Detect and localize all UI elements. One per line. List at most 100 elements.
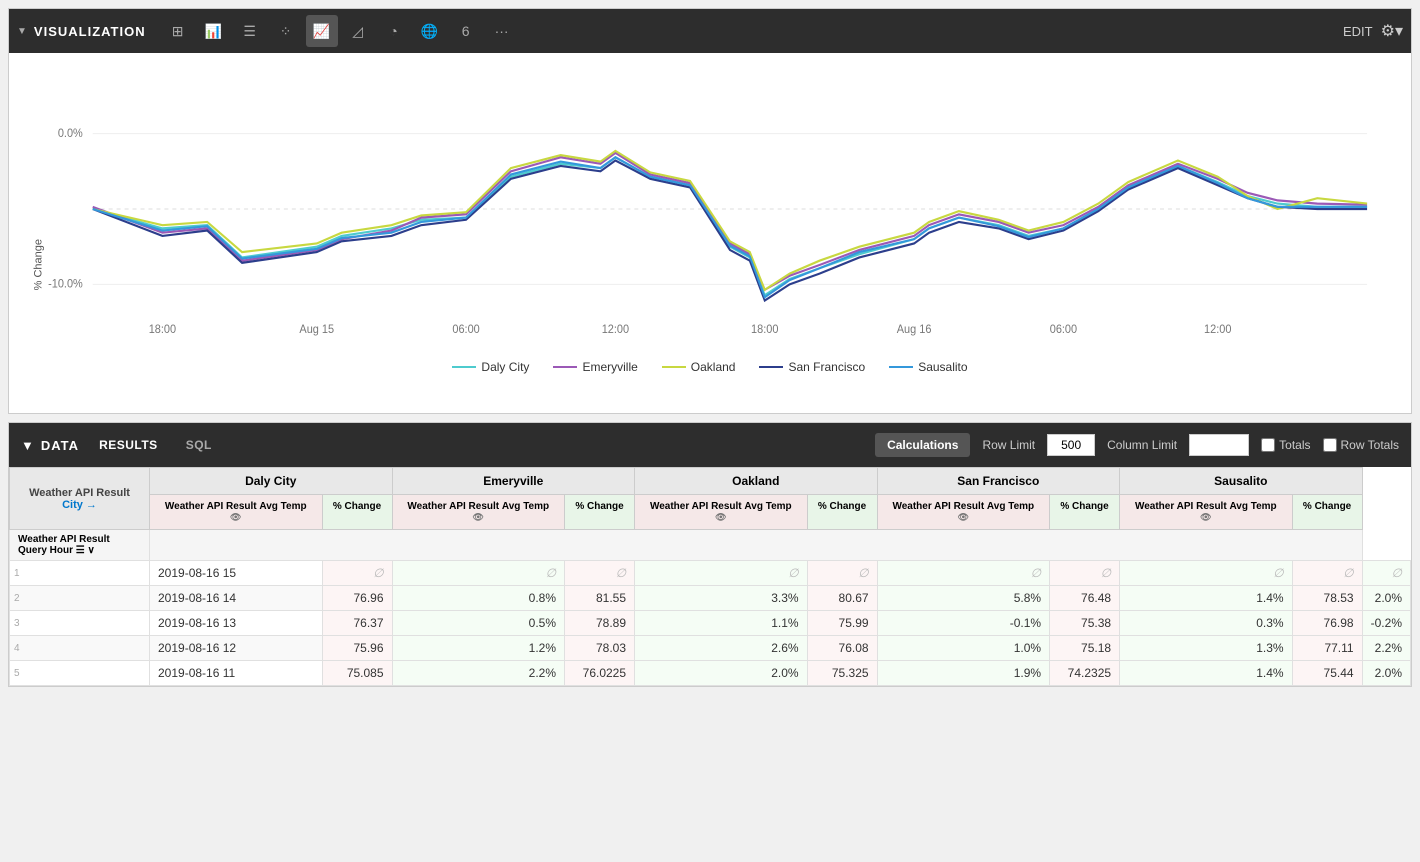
sf-pct-val: ∅ bbox=[1120, 561, 1293, 586]
saus-avg-temp-header: Weather API Result Avg Temp 👁 bbox=[1120, 495, 1293, 530]
sausalito-header: Sausalito bbox=[1120, 468, 1363, 495]
oak-eye-icon[interactable]: 👁 bbox=[715, 512, 726, 522]
sf-avg-val: 75.38 bbox=[1050, 611, 1120, 636]
oak-avg-val: 76.08 bbox=[807, 636, 877, 661]
svg-text:0.0%: 0.0% bbox=[58, 128, 83, 140]
sort-icon[interactable]: ☰ bbox=[76, 545, 85, 556]
emery-pct-val: ∅ bbox=[635, 561, 808, 586]
oak-pct-val: 5.8% bbox=[877, 586, 1050, 611]
emeryville-header: Emeryville bbox=[392, 468, 635, 495]
date-cell: 2019-08-16 11 bbox=[150, 661, 323, 686]
oak-avg-val: ∅ bbox=[807, 561, 877, 586]
sf-eye-icon[interactable]: 👁 bbox=[958, 512, 969, 522]
bar-chart-icon[interactable]: 📊 bbox=[198, 15, 230, 47]
row-number: 3 bbox=[10, 611, 150, 636]
visualization-panel: ▼ VISUALIZATION ⊞ 📊 ☰ ⁘ 📈 ◿ ◔ 🌐 6 ··· ED… bbox=[8, 8, 1412, 414]
emery-avg-val: ∅ bbox=[565, 561, 635, 586]
toolbar-icons: ⊞ 📊 ☰ ⁘ 📈 ◿ ◔ 🌐 6 ··· bbox=[162, 15, 1343, 47]
row-number: 2 bbox=[10, 586, 150, 611]
sf-pct-val: 0.3% bbox=[1120, 611, 1293, 636]
table-icon[interactable]: ⊞ bbox=[162, 15, 194, 47]
table-row: 5 2019-08-16 11 75.085 2.2% 76.0225 2.0%… bbox=[10, 661, 1411, 686]
svg-text:12:00: 12:00 bbox=[1204, 324, 1231, 336]
totals-checkbox-label[interactable]: Totals bbox=[1261, 438, 1310, 452]
svg-text:Aug 16: Aug 16 bbox=[897, 324, 932, 336]
emeryville-label: Emeryville bbox=[582, 360, 637, 374]
oakland-header: Oakland bbox=[635, 468, 878, 495]
chart-legend: Daly City Emeryville Oakland San Francis… bbox=[33, 352, 1387, 378]
svg-text:06:00: 06:00 bbox=[1050, 324, 1077, 336]
row-number: 1 bbox=[10, 561, 150, 586]
saus-avg-val: 77.11 bbox=[1292, 636, 1362, 661]
row-totals-checkbox-label[interactable]: Row Totals bbox=[1323, 438, 1399, 452]
daly-city-label: Daly City bbox=[481, 360, 529, 374]
row-number: 4 bbox=[10, 636, 150, 661]
emery-eye-icon[interactable]: 👁 bbox=[473, 512, 484, 522]
list-icon[interactable]: ☰ bbox=[234, 15, 266, 47]
emery-pct-val: 2.6% bbox=[635, 636, 808, 661]
calculations-button[interactable]: Calculations bbox=[875, 433, 970, 457]
row-header-cell: Weather API Result City → bbox=[10, 468, 150, 530]
legend-sausalito: Sausalito bbox=[889, 360, 967, 374]
scatter-icon[interactable]: ⁘ bbox=[270, 15, 302, 47]
saus-pct-val: ∅ bbox=[1362, 561, 1410, 586]
chart-area: % Change 0.0% -10.0% 18:00 Aug 15 06:00 … bbox=[9, 53, 1411, 413]
edit-button[interactable]: EDIT bbox=[1343, 24, 1373, 39]
svg-text:Aug 15: Aug 15 bbox=[299, 324, 334, 336]
daly-pct-val: 2.2% bbox=[392, 661, 565, 686]
saus-avg-val: 76.98 bbox=[1292, 611, 1362, 636]
daly-eye-icon[interactable]: 👁 bbox=[230, 512, 241, 522]
area-chart-icon[interactable]: ◿ bbox=[342, 15, 374, 47]
sf-pct-val: 1.3% bbox=[1120, 636, 1293, 661]
col-limit-input[interactable] bbox=[1189, 434, 1249, 456]
pie-chart-icon[interactable]: ◔ bbox=[378, 15, 410, 47]
sf-avg-val: ∅ bbox=[1050, 561, 1120, 586]
saus-pct-val: 2.2% bbox=[1362, 636, 1410, 661]
oak-avg-val: 80.67 bbox=[807, 586, 877, 611]
totals-checkbox[interactable] bbox=[1261, 438, 1275, 452]
emery-avg-val: 78.89 bbox=[565, 611, 635, 636]
daly-avg-temp-header: Weather API Result Avg Temp 👁 bbox=[150, 495, 323, 530]
viz-toolbar: ▼ VISUALIZATION ⊞ 📊 ☰ ⁘ 📈 ◿ ◔ 🌐 6 ··· ED… bbox=[9, 9, 1411, 53]
row-totals-checkbox[interactable] bbox=[1323, 438, 1337, 452]
row-limit-input[interactable] bbox=[1047, 434, 1095, 456]
chevron-icon[interactable]: ∨ bbox=[88, 545, 95, 556]
table-row: 2 2019-08-16 14 76.96 0.8% 81.55 3.3% 80… bbox=[10, 586, 1411, 611]
viz-title: ▼ VISUALIZATION bbox=[17, 24, 146, 39]
row-limit-label: Row Limit bbox=[982, 438, 1035, 452]
collapse-arrow[interactable]: ▼ bbox=[17, 26, 28, 37]
daly-avg-val: ∅ bbox=[322, 561, 392, 586]
oak-avg-temp-header: Weather API Result Avg Temp 👁 bbox=[635, 495, 808, 530]
sausalito-label: Sausalito bbox=[918, 360, 967, 374]
daly-avg-val: 76.37 bbox=[322, 611, 392, 636]
map-icon[interactable]: 🌐 bbox=[414, 15, 446, 47]
daly-pct-val: 1.2% bbox=[392, 636, 565, 661]
settings-icon[interactable]: ⚙▾ bbox=[1381, 21, 1403, 41]
sf-label: San Francisco bbox=[788, 360, 865, 374]
svg-text:18:00: 18:00 bbox=[751, 324, 778, 336]
sf-avg-val: 75.18 bbox=[1050, 636, 1120, 661]
emery-pct-change-header: % Change bbox=[565, 495, 635, 530]
totals-label-text: Totals bbox=[1279, 438, 1310, 452]
daly-city-color bbox=[452, 366, 476, 368]
line-chart: 0.0% -10.0% 18:00 Aug 15 06:00 12:00 18:… bbox=[33, 69, 1387, 349]
line-chart-icon[interactable]: 📈 bbox=[306, 15, 338, 47]
results-tab[interactable]: RESULTS bbox=[91, 434, 166, 456]
daly-pct-val: 0.8% bbox=[392, 586, 565, 611]
more-icon[interactable]: ··· bbox=[486, 15, 518, 47]
saus-pct-val: 2.0% bbox=[1362, 586, 1410, 611]
oak-pct-change-header: % Change bbox=[807, 495, 877, 530]
row-number: 5 bbox=[10, 661, 150, 686]
oakland-color bbox=[662, 366, 686, 368]
saus-eye-icon[interactable]: 👁 bbox=[1200, 512, 1211, 522]
saus-pct-change-header: % Change bbox=[1292, 495, 1362, 530]
city-link[interactable]: City → bbox=[62, 499, 97, 511]
number-icon[interactable]: 6 bbox=[450, 15, 482, 47]
daly-city-header: Daly City bbox=[150, 468, 393, 495]
sql-tab[interactable]: SQL bbox=[178, 434, 220, 456]
daly-avg-val: 75.96 bbox=[322, 636, 392, 661]
data-collapse-arrow[interactable]: ▼ bbox=[21, 438, 35, 453]
query-hour-header[interactable]: Weather API Result Query Hour ☰ ∨ bbox=[10, 530, 150, 561]
sf-pct-val: 1.4% bbox=[1120, 586, 1293, 611]
results-table-container: Weather API Result City → Daly City Emer… bbox=[9, 467, 1411, 686]
